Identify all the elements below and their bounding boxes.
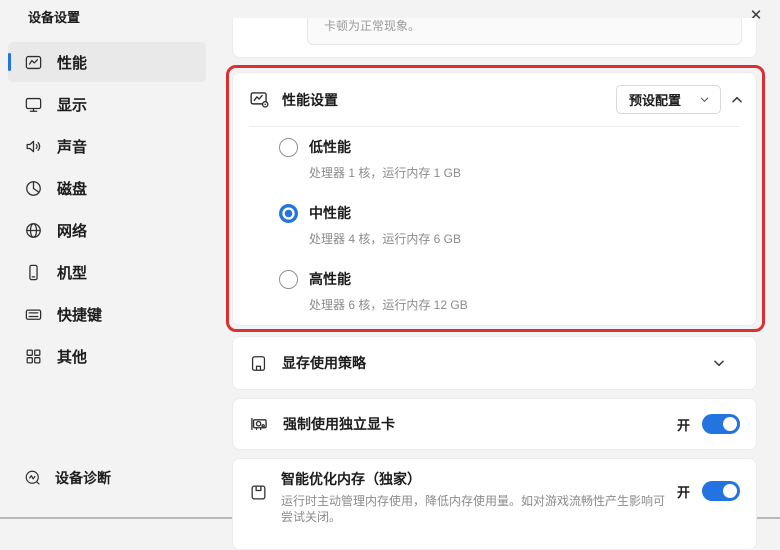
performance-icon xyxy=(24,53,43,72)
option-medium-performance[interactable]: 中性能 处理器 4 核，运行内存 6 GB xyxy=(279,203,756,247)
grid-icon xyxy=(24,347,43,366)
card-title: 显存使用策略 xyxy=(282,353,366,373)
option-label: 中性能 xyxy=(309,203,351,223)
force-gpu-card: 强制使用独立显卡 开 xyxy=(232,398,757,450)
note-box: 卡顿为正常现象。 xyxy=(307,18,742,45)
disk-icon xyxy=(24,179,43,198)
card-title: 强制使用独立显卡 xyxy=(283,414,395,434)
sidebar-item-display[interactable]: 显示 xyxy=(8,84,206,124)
memory-toggle-on[interactable] xyxy=(702,481,740,501)
radio-unselected-icon[interactable] xyxy=(279,138,298,157)
diagnosis-icon xyxy=(24,469,42,487)
performance-settings-icon xyxy=(249,89,270,110)
audio-icon xyxy=(24,137,43,156)
memory-save-icon xyxy=(249,483,268,502)
sidebar-item-label: 机型 xyxy=(57,262,87,283)
toggle-knob xyxy=(723,484,737,498)
card-title: 性能设置 xyxy=(282,90,338,110)
sidebar-item-disk[interactable]: 磁盘 xyxy=(8,168,206,208)
vram-policy-icon xyxy=(249,354,268,373)
vram-policy-card[interactable]: 显存使用策略 xyxy=(232,336,757,390)
performance-settings-header: 性能设置 预设配置 xyxy=(233,73,756,126)
toggle-knob xyxy=(723,417,737,431)
chevron-up-icon[interactable] xyxy=(730,93,744,107)
device-model-icon xyxy=(24,263,43,282)
radio-selected-icon[interactable] xyxy=(279,204,298,223)
sidebar-item-label: 磁盘 xyxy=(57,178,87,199)
option-label: 高性能 xyxy=(309,269,351,289)
sidebar-item-label: 显示 xyxy=(57,94,87,115)
sidebar-item-label: 性能 xyxy=(57,52,87,73)
keyboard-icon xyxy=(24,305,43,324)
option-low-performance[interactable]: 低性能 处理器 1 核，运行内存 1 GB xyxy=(279,137,756,181)
radio-unselected-icon[interactable] xyxy=(279,270,298,289)
sidebar-item-device-model[interactable]: 机型 xyxy=(8,252,206,292)
performance-options: 低性能 处理器 1 核，运行内存 1 GB 中性能 处理器 4 核，运行内存 6… xyxy=(233,127,756,313)
chevron-down-icon[interactable] xyxy=(712,356,726,370)
smart-memory-card: 智能优化内存（独家） 运行时主动管理内存使用，降低内存使用量。如对游戏流畅性产生… xyxy=(232,458,757,550)
toggle-state-label: 开 xyxy=(677,415,690,434)
gpu-icon xyxy=(249,414,269,434)
option-desc: 处理器 4 核，运行内存 6 GB xyxy=(309,230,756,247)
option-desc: 处理器 6 核，运行内存 12 GB xyxy=(309,296,756,313)
card-description: 运行时主动管理内存使用，降低内存使用量。如对游戏流畅性产生影响可尝试关闭。 xyxy=(281,494,669,525)
sidebar-item-label: 快捷键 xyxy=(57,304,102,325)
sidebar-item-label: 设备诊断 xyxy=(55,468,111,488)
window-title: 设备设置 xyxy=(28,7,80,26)
display-icon xyxy=(24,95,43,114)
sidebar-item-label: 网络 xyxy=(57,220,87,241)
network-icon xyxy=(24,221,43,240)
dropdown-label: 预设配置 xyxy=(629,90,681,109)
scrolled-card-clip: 卡顿为正常现象。 xyxy=(232,18,757,58)
preset-config-dropdown[interactable]: 预设配置 xyxy=(616,85,721,114)
option-label: 低性能 xyxy=(309,137,351,157)
sidebar: 性能 显示 声音 磁盘 网络 机型 快捷键 xyxy=(8,42,206,378)
sidebar-item-label: 声音 xyxy=(57,136,87,157)
option-high-performance[interactable]: 高性能 处理器 6 核，运行内存 12 GB xyxy=(279,269,756,313)
sidebar-item-hotkeys[interactable]: 快捷键 xyxy=(8,294,206,334)
toggle-state-label: 开 xyxy=(677,482,690,501)
option-desc: 处理器 1 核，运行内存 1 GB xyxy=(309,164,756,181)
sidebar-item-audio[interactable]: 声音 xyxy=(8,126,206,166)
gpu-toggle-on[interactable] xyxy=(702,414,740,434)
sidebar-item-label: 其他 xyxy=(57,346,87,367)
performance-settings-card: 性能设置 预设配置 低性能 处理器 1 核，运行内存 1 GB 中性能 处理器 xyxy=(232,72,757,326)
sidebar-item-others[interactable]: 其他 xyxy=(8,336,206,376)
note-text: 卡顿为正常现象。 xyxy=(324,18,420,34)
sidebar-item-performance[interactable]: 性能 xyxy=(8,42,206,82)
sidebar-item-network[interactable]: 网络 xyxy=(8,210,206,250)
memory-controls: 开 xyxy=(677,481,740,501)
sidebar-item-diagnosis[interactable]: 设备诊断 xyxy=(8,460,222,496)
previous-settings-card: 卡顿为正常现象。 xyxy=(232,18,757,58)
chevron-down-icon xyxy=(699,94,710,105)
